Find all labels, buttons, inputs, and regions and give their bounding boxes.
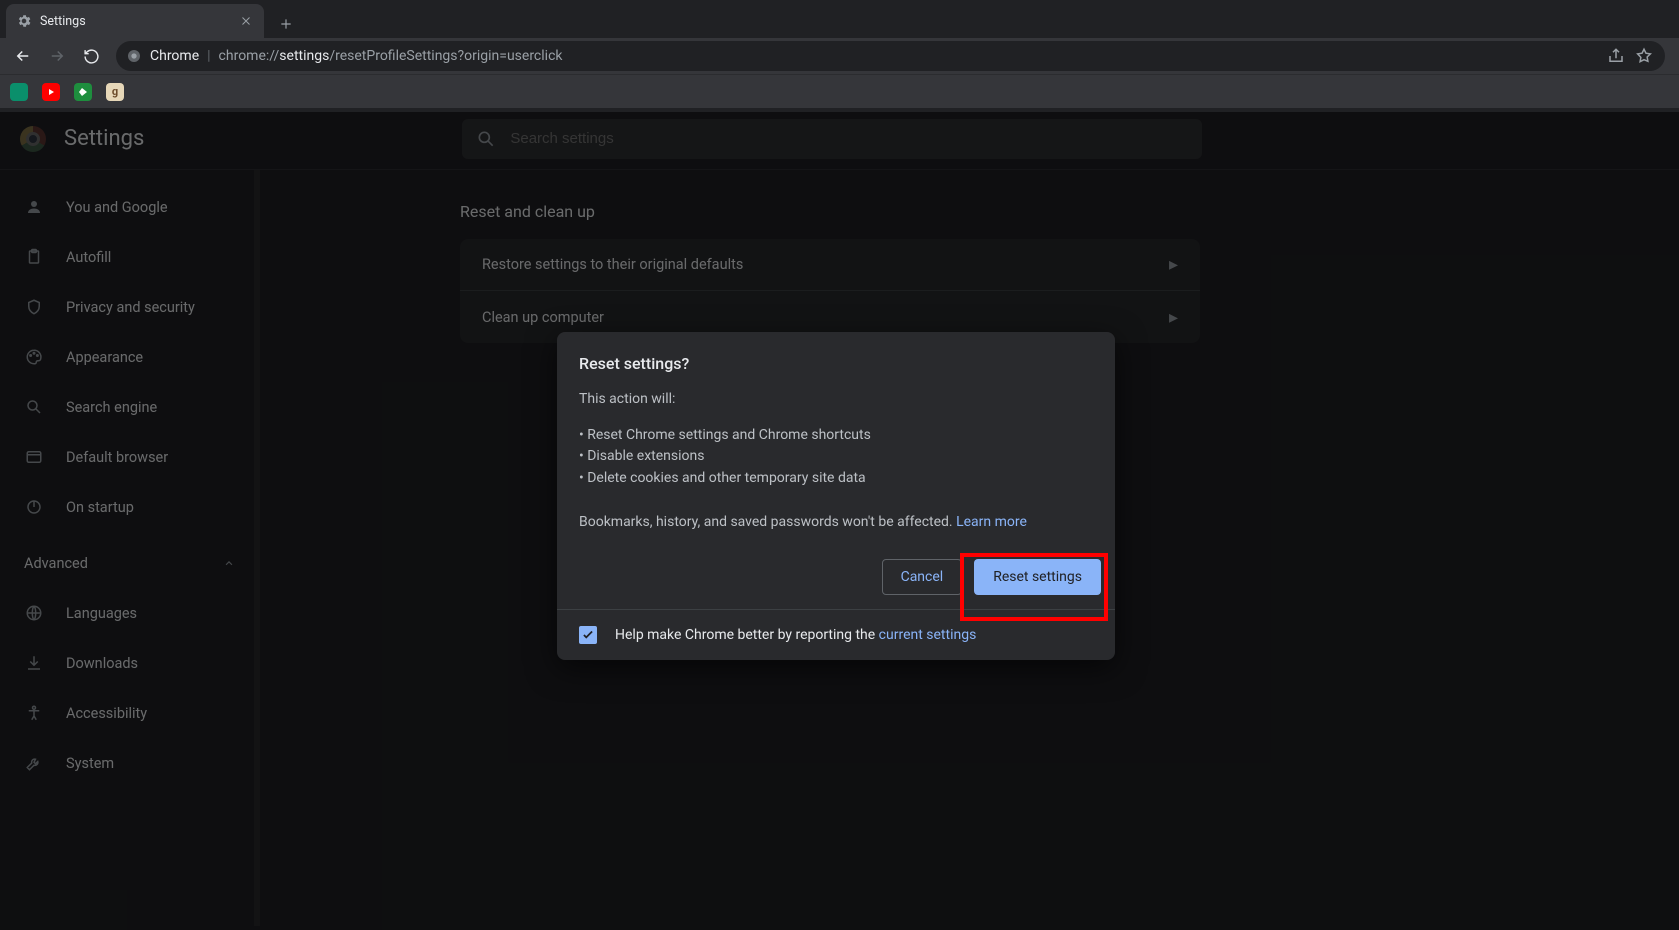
browser-toolbar: Chrome | chrome://settings/resetProfileS… (0, 38, 1679, 74)
new-tab-button[interactable] (272, 10, 300, 38)
dialog-outro: Bookmarks, history, and saved passwords … (579, 514, 956, 530)
address-bar[interactable]: Chrome | chrome://settings/resetProfileS… (116, 41, 1665, 71)
learn-more-link[interactable]: Learn more (956, 514, 1027, 530)
close-tab-icon[interactable] (238, 13, 254, 29)
bookmark-item-3[interactable] (74, 83, 92, 101)
bookmark-star-icon[interactable] (1633, 45, 1655, 67)
dialog-bullet: Disable extensions (579, 446, 1093, 468)
tab-title: Settings (40, 14, 86, 29)
dialog-intro: This action will: (579, 389, 1093, 411)
bookmark-item-youtube[interactable] (42, 83, 60, 101)
tab-strip: Settings (0, 0, 1679, 38)
url-divider: | (207, 48, 210, 64)
reset-settings-dialog: Reset settings? This action will: Reset … (557, 332, 1115, 660)
report-settings-checkbox[interactable] (579, 626, 597, 644)
url-text: chrome://settings/resetProfileSettings?o… (219, 48, 563, 64)
current-settings-link[interactable]: current settings (879, 627, 977, 643)
cancel-button[interactable]: Cancel (882, 559, 963, 595)
back-button[interactable] (8, 41, 38, 71)
dialog-bullet: Delete cookies and other temporary site … (579, 468, 1093, 490)
reload-button[interactable] (76, 41, 106, 71)
browser-tab-settings[interactable]: Settings (6, 4, 264, 38)
forward-button[interactable] (42, 41, 72, 71)
footer-text: Help make Chrome better by reporting the… (615, 627, 976, 643)
dialog-bullet: Reset Chrome settings and Chrome shortcu… (579, 425, 1093, 447)
bookmark-item-1[interactable] (10, 83, 28, 101)
chrome-page-icon (126, 48, 142, 64)
bookmarks-bar: g (0, 74, 1679, 108)
gear-icon (16, 13, 32, 29)
dialog-title: Reset settings? (579, 354, 1093, 373)
bookmark-item-4[interactable]: g (106, 83, 124, 101)
share-icon[interactable] (1605, 45, 1627, 67)
reset-settings-button[interactable]: Reset settings (974, 559, 1101, 595)
url-chip: Chrome (150, 48, 199, 64)
